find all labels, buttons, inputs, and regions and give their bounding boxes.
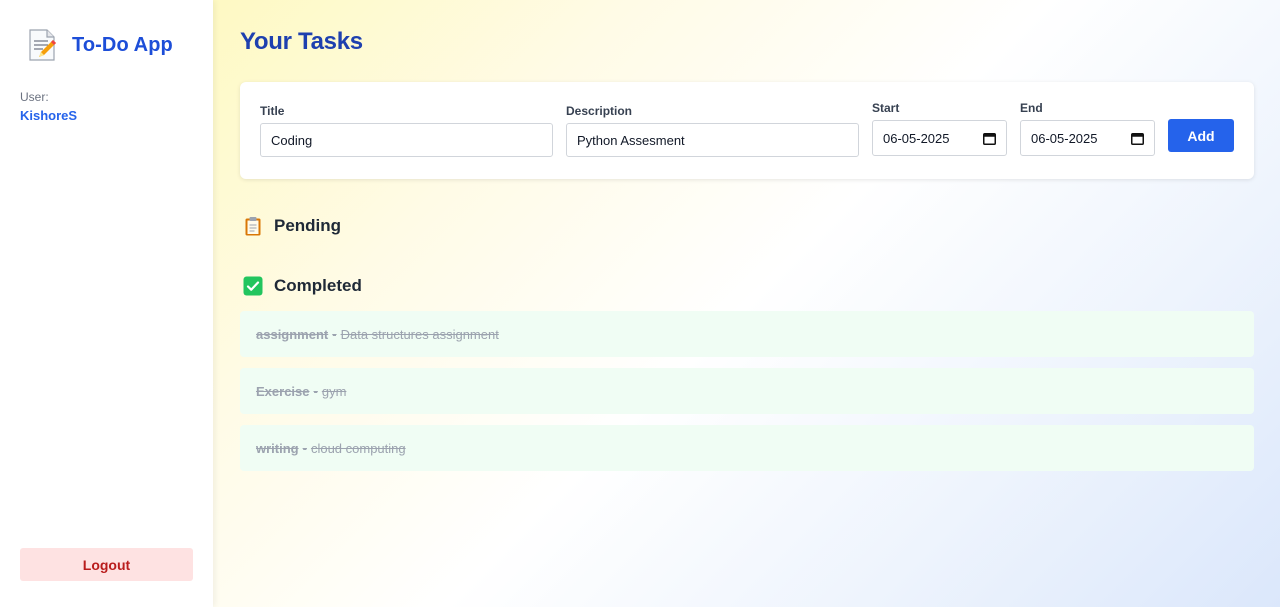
calendar-icon[interactable] [1131,132,1144,145]
completed-task-item[interactable]: Exercise - gym [240,368,1254,414]
memo-pencil-icon [29,29,56,61]
task-description: cloud computing [310,440,406,456]
task-description: gym [321,383,347,399]
completed-section-header: Completed [243,276,1254,296]
app-title: To-Do App [72,33,173,56]
title-label: Title [260,104,285,118]
completed-task-item[interactable]: writing - cloud computing [240,425,1254,471]
description-field: Description [566,104,859,157]
end-label: End [1020,101,1043,115]
clipboard-icon [245,217,261,236]
user-name: KishoreS [20,108,78,123]
task-separator: - [332,326,337,342]
calendar-icon[interactable] [983,132,996,145]
user-label: User: [20,90,49,104]
add-task-button[interactable]: Add [1168,119,1234,152]
end-field: End 06-05-2025 [1020,101,1155,156]
completed-task-item[interactable]: assignment - Data structures assignment [240,311,1254,357]
task-title: writing [256,440,299,456]
task-separator: - [313,383,318,399]
add-task-form: Title Description Start 06-05-2025 End 0… [240,82,1254,179]
completed-heading: Completed [274,276,362,295]
start-date-input[interactable]: 06-05-2025 [872,120,1007,156]
title-field: Title [260,104,553,157]
brand: To-Do App [26,28,193,62]
description-input[interactable] [566,123,859,157]
completed-task-list: assignment - Data structures assignment … [240,311,1254,471]
task-description: Data structures assignment [340,326,499,342]
start-field: Start 06-05-2025 [872,101,1007,156]
pending-heading: Pending [274,216,342,235]
start-label: Start [872,101,900,115]
start-date-value: 06-05-2025 [883,130,950,146]
pending-section-header: Pending [243,216,1254,236]
checkbox-checked-icon [243,276,263,296]
end-date-input[interactable]: 06-05-2025 [1020,120,1155,156]
description-label: Description [566,104,633,118]
task-separator: - [302,440,307,456]
sidebar: To-Do App User: KishoreS Logout [0,0,213,607]
logout-button[interactable]: Logout [20,548,193,581]
main-content: Your Tasks Title Description Start 06-05… [213,0,1280,607]
page-title: Your Tasks [240,28,363,55]
title-input[interactable] [260,123,553,157]
task-title: Exercise [256,383,310,399]
end-date-value: 06-05-2025 [1031,130,1098,146]
task-title: assignment [256,326,329,342]
